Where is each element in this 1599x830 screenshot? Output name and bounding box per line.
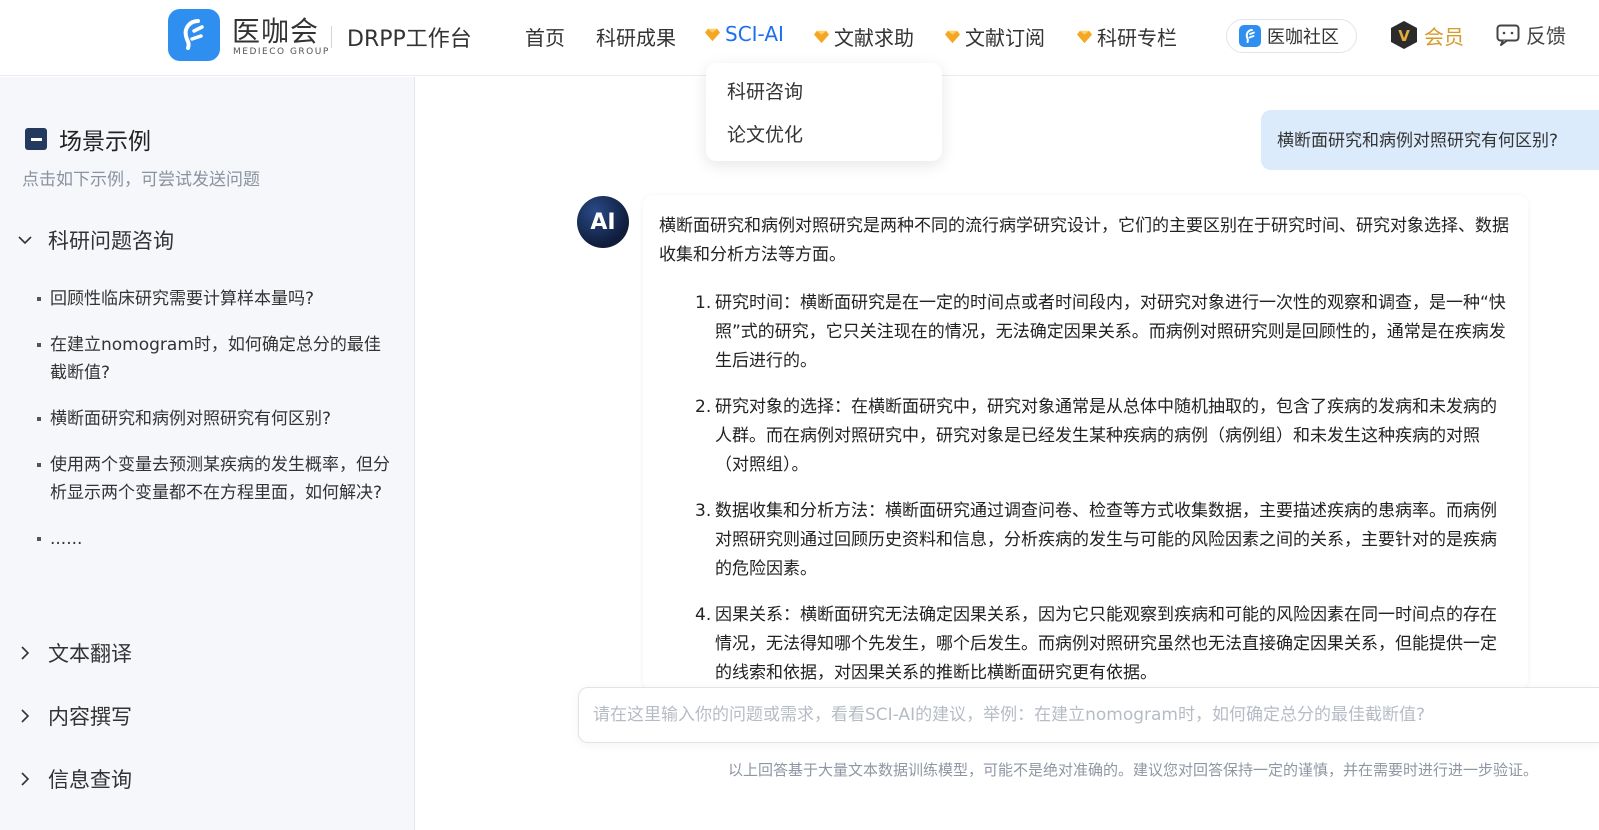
nav-literature-subscription-label: 文献订阅: [965, 26, 1045, 50]
gem-icon: [945, 30, 960, 44]
nav-research-column[interactable]: 科研专栏: [1077, 22, 1177, 51]
scenario-sidebar: 场景示例 点击如下示例，可尝试发送问题 科研问题咨询 回顾性临床研究需要计算样本…: [0, 77, 415, 830]
scenario-icon: [25, 128, 47, 150]
menu-item-paper-optimize[interactable]: 论文优化: [727, 120, 803, 147]
chat-input-container: [578, 687, 1599, 743]
point-number: 2.: [695, 397, 712, 417]
nav-home-label: 首页: [525, 26, 565, 50]
ai-response-bubble: 横断面研究和病例对照研究是两种不同的流行病学研究设计，它们的主要区别在于研究时间…: [643, 195, 1528, 690]
sidebar-subtitle: 点击如下示例，可尝试发送问题: [22, 170, 260, 190]
sci-ai-dropdown-menu: 科研咨询 论文优化: [706, 63, 942, 161]
brand-divider: [331, 26, 332, 48]
nav-research-label: 科研成果: [596, 26, 676, 50]
sidebar-header: 场景示例: [25, 122, 151, 156]
nav-sci-ai-label: SCI-AI: [725, 22, 784, 46]
sidebar-title: 场景示例: [59, 129, 151, 155]
user-message-bubble: 横断面研究和病例对照研究有何区别?: [1261, 110, 1599, 170]
community-label: 医咖社区: [1267, 27, 1339, 48]
mediecó-logo-icon[interactable]: [168, 9, 220, 61]
feedback-label: 反馈: [1526, 24, 1566, 48]
point-text: 研究时间：横断面研究是在一定的时间点或者时间段内，对研究对象进行一次性的观察和调…: [715, 293, 1506, 371]
point-text: 因果关系：横断面研究无法确定因果关系，因为它只能观察到疾病和可能的风险因素在同一…: [715, 605, 1497, 683]
chevron-down-icon: [18, 236, 32, 245]
example-question[interactable]: 使用两个变量去预测某疾病的发生概率，但分析显示两个变量都不在方程里面，如何解决?: [36, 451, 391, 507]
example-question-more[interactable]: ......: [36, 525, 391, 553]
menu-item-research-consult[interactable]: 科研咨询: [727, 77, 803, 104]
point-number: 3.: [695, 501, 712, 521]
gem-icon: [1077, 30, 1092, 44]
gem-icon: [705, 28, 720, 41]
feedback-button[interactable]: 反馈: [1496, 20, 1566, 49]
feedback-icon: [1496, 24, 1520, 46]
category-label: 科研问题咨询: [48, 229, 174, 253]
ai-response-point: 3. 数据收集和分析方法：横断面研究通过调查问卷、检查等方式收集数据，主要描述疾…: [695, 497, 1509, 584]
nav-research-results[interactable]: 科研成果: [596, 22, 676, 51]
chevron-right-icon: [21, 709, 30, 723]
ai-avatar-icon: AI: [577, 196, 629, 248]
vip-badge-icon: V: [1391, 21, 1417, 49]
member-label: 会员: [1424, 24, 1464, 49]
brand-subtitle: MEDIECO GROUP: [233, 47, 330, 57]
category-info-query[interactable]: 信息查询: [18, 764, 132, 794]
ai-response-intro: 横断面研究和病例对照研究是两种不同的流行病学研究设计，它们的主要区别在于研究时间…: [659, 216, 1509, 265]
nav-literature-help[interactable]: 文献求助: [814, 22, 914, 51]
example-question[interactable]: 回顾性临床研究需要计算样本量吗?: [36, 285, 391, 313]
point-number: 1.: [695, 293, 712, 313]
category-label: 内容撰写: [48, 705, 132, 729]
brand-name: 医咖会: [232, 15, 320, 48]
nav-literature-help-label: 文献求助: [834, 26, 914, 50]
ai-response-list: 1. 研究时间：横断面研究是在一定的时间点或者时间段内，对研究对象进行一次性的观…: [695, 289, 1509, 690]
member-button[interactable]: V 会员: [1390, 20, 1464, 50]
category-research-consult[interactable]: 科研问题咨询: [18, 225, 174, 255]
community-button[interactable]: 医咖社区: [1226, 19, 1357, 53]
category-label: 信息查询: [48, 768, 132, 792]
chevron-right-icon: [21, 772, 30, 786]
chat-input[interactable]: [593, 688, 1583, 742]
example-question-list: 回顾性临床研究需要计算样本量吗? 在建立nomogram时，如何确定总分的最佳截…: [36, 285, 391, 571]
ai-response-point: 1. 研究时间：横断面研究是在一定的时间点或者时间段内，对研究对象进行一次性的观…: [695, 289, 1509, 376]
nav-literature-subscription[interactable]: 文献订阅: [945, 22, 1045, 51]
nav-research-column-label: 科研专栏: [1097, 26, 1177, 50]
point-text: 研究对象的选择：在横断面研究中，研究对象通常是从总体中随机抽取的，包含了疾病的发…: [715, 397, 1497, 475]
category-text-translation[interactable]: 文本翻译: [18, 638, 132, 668]
example-question[interactable]: 在建立nomogram时，如何确定总分的最佳截断值?: [36, 331, 391, 387]
vip-badge-letter: V: [1398, 27, 1410, 45]
gem-icon: [814, 30, 829, 44]
chevron-right-icon: [21, 646, 30, 660]
community-logo-icon: [1239, 25, 1261, 47]
category-content-writing[interactable]: 内容撰写: [18, 701, 132, 731]
ai-response-point: 2. 研究对象的选择：在横断面研究中，研究对象通常是从总体中随机抽取的，包含了疾…: [695, 393, 1509, 480]
nav-sci-ai[interactable]: SCI-AI: [705, 22, 784, 46]
point-text: 数据收集和分析方法：横断面研究通过调查问卷、检查等方式收集数据，主要描述疾病的患…: [715, 501, 1497, 579]
example-question[interactable]: 横断面研究和病例对照研究有何区别?: [36, 405, 391, 433]
nav-home[interactable]: 首页: [525, 22, 565, 51]
point-number: 4.: [695, 605, 712, 625]
disclaimer-text: 以上回答基于大量文本数据训练模型，可能不是绝对准确的。建议您对回答保持一定的谨慎…: [728, 761, 1539, 779]
category-label: 文本翻译: [48, 642, 132, 666]
ai-response-point: 4. 因果关系：横断面研究无法确定因果关系，因为它只能观察到疾病和可能的风险因素…: [695, 601, 1509, 688]
workspace-title: DRPP工作台: [347, 27, 472, 52]
